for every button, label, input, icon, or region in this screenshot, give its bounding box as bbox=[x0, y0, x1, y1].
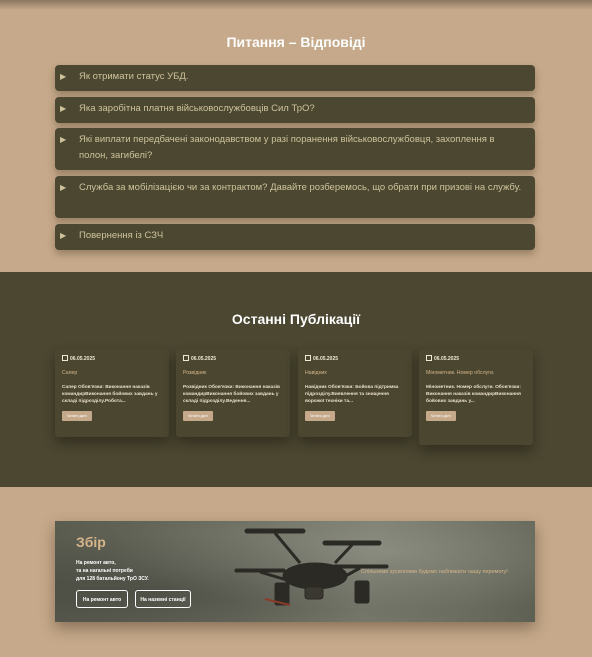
publication-card[interactable]: 06.05.2025 Розвідник Розвідник Обов'язки… bbox=[176, 349, 290, 437]
faq-item-label: Як отримати статус УБД. bbox=[79, 71, 189, 82]
card-category: Мінометник. Номер обслуги. bbox=[426, 370, 495, 376]
faq-item[interactable]: ▶ Повернення із СЗЧ bbox=[55, 224, 535, 250]
read-more-button[interactable]: Читати далі bbox=[62, 411, 92, 421]
read-more-button[interactable]: Читати далі bbox=[183, 411, 213, 421]
triangle-right-icon: ▶ bbox=[60, 231, 67, 240]
banner-title: Збір bbox=[76, 534, 106, 550]
faq-section: Питання – Відповіді ▶ Як отримати статус… bbox=[0, 0, 592, 272]
fundraising-banner: Збір На ремонт авто, та на нагальні потр… bbox=[55, 521, 535, 622]
calendar-icon bbox=[305, 355, 311, 361]
card-category: Розвідник bbox=[183, 370, 207, 376]
faq-item[interactable]: ▶ Яка заробітна платня військовослужбовц… bbox=[55, 97, 535, 123]
read-more-button[interactable]: Читати далі bbox=[426, 411, 456, 421]
faq-item[interactable]: ▶ Які виплати передбачені законодавством… bbox=[55, 128, 535, 170]
faq-item-label: Служба за мобілізацією чи за контрактом?… bbox=[79, 182, 522, 193]
card-category: Навідник bbox=[305, 370, 327, 376]
publication-card[interactable]: 06.05.2025 Мінометник. Номер обслуги. Мі… bbox=[419, 349, 533, 445]
publications-section: Останні Публікації 06.05.2025 Сапер Сапе… bbox=[0, 272, 592, 487]
card-date: 06.05.2025 bbox=[183, 355, 283, 362]
faq-title: Питання – Відповіді bbox=[226, 34, 366, 50]
faq-item[interactable]: ▶ Як отримати статус УБД. bbox=[55, 65, 535, 91]
card-category: Сапер bbox=[62, 370, 78, 376]
card-text: Розвідник Обов'язки: Виконання наказів к… bbox=[183, 385, 280, 404]
banner-slogan: Спільними зусиллями будемо наближати наш… bbox=[361, 569, 508, 575]
card-date: 06.05.2025 bbox=[305, 355, 405, 362]
ground-stations-button[interactable]: На наземні станції bbox=[135, 590, 191, 608]
faq-item-label: Яка заробітна платня військовослужбовців… bbox=[79, 103, 315, 114]
card-date: 06.05.2025 bbox=[62, 355, 162, 362]
calendar-icon bbox=[62, 355, 68, 361]
triangle-right-icon: ▶ bbox=[60, 135, 67, 144]
card-text: Навідник Обов'язки: Бойова підтримка під… bbox=[305, 385, 399, 404]
faq-item-label: Повернення із СЗЧ bbox=[79, 230, 164, 241]
card-text: Мінометник. Номер обслуги. Обов'язки: Ви… bbox=[426, 385, 521, 404]
read-more-button[interactable]: Читати далі bbox=[305, 411, 335, 421]
faq-item-label: Які виплати передбачені законодавством у… bbox=[79, 134, 495, 161]
publications-title: Останні Публікації bbox=[231, 311, 361, 327]
car-repair-button[interactable]: На ремонт авто bbox=[76, 590, 128, 608]
triangle-right-icon: ▶ bbox=[60, 72, 67, 81]
banner-description: На ремонт авто, та на нагальні потреби д… bbox=[76, 560, 149, 582]
card-text: Сапер Обов'язки: Виконання наказів коман… bbox=[62, 385, 158, 404]
calendar-icon bbox=[183, 355, 189, 361]
faq-item[interactable]: ▶ Служба за мобілізацією чи за контракто… bbox=[55, 176, 535, 218]
triangle-right-icon: ▶ bbox=[60, 183, 67, 192]
triangle-right-icon: ▶ bbox=[60, 104, 67, 113]
publication-card[interactable]: 06.05.2025 Навідник Навідник Обов'язки: … bbox=[298, 349, 412, 437]
calendar-icon bbox=[426, 355, 432, 361]
card-date: 06.05.2025 bbox=[426, 355, 526, 362]
publication-card[interactable]: 06.05.2025 Сапер Сапер Обов'язки: Викона… bbox=[55, 349, 169, 437]
